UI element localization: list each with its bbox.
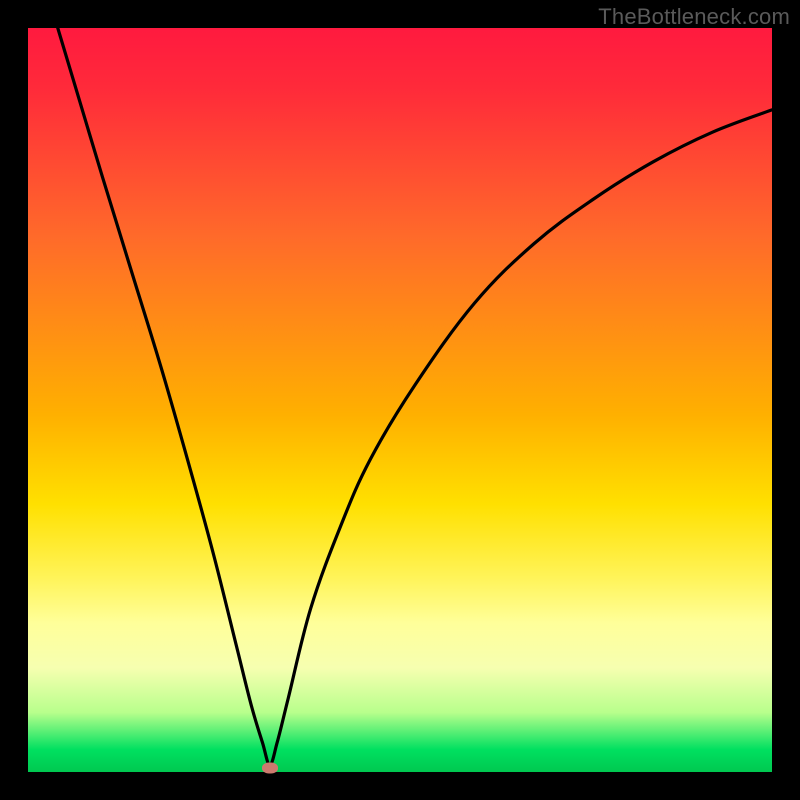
bottleneck-curve [28, 28, 772, 772]
watermark-text: TheBottleneck.com [598, 4, 790, 30]
chart-area [28, 28, 772, 772]
minimum-marker [262, 762, 278, 773]
